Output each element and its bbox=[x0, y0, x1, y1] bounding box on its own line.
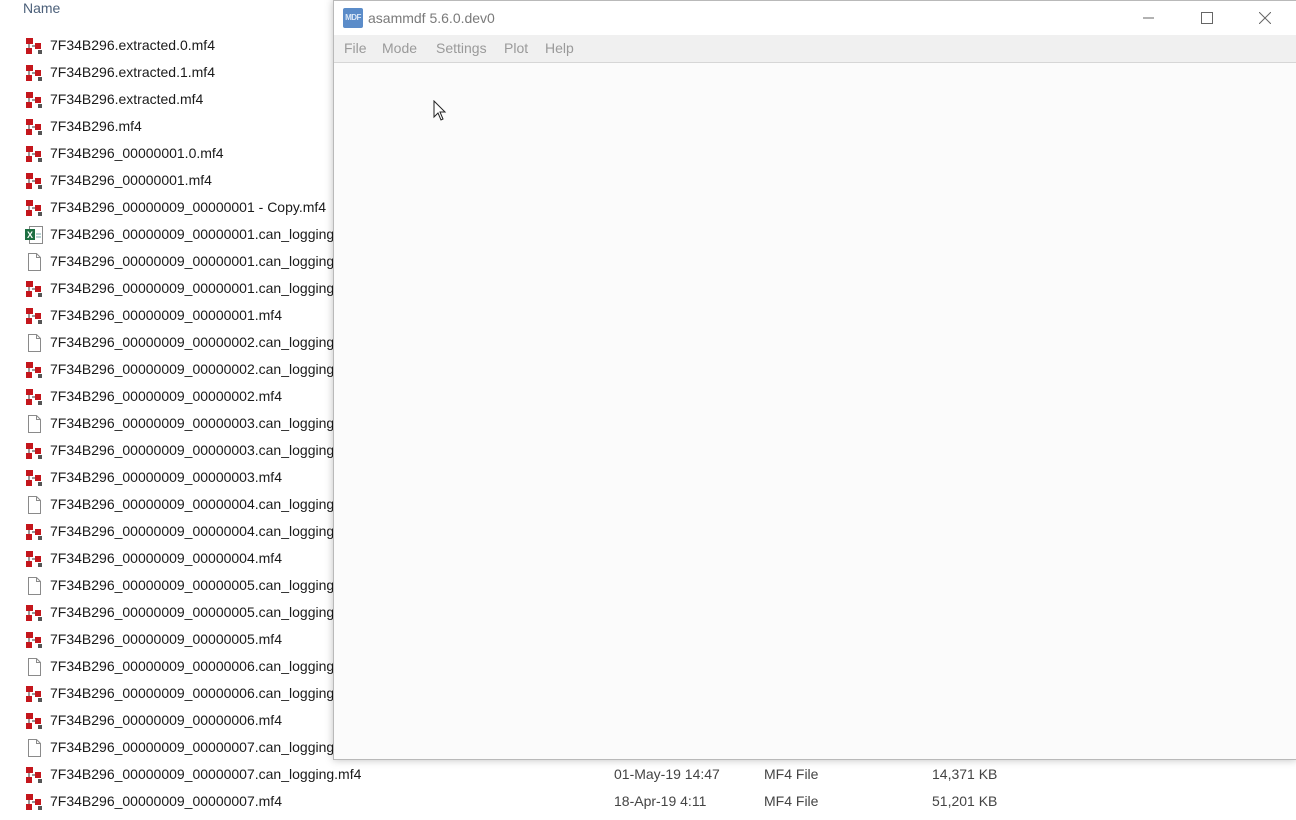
file-type: MF4 File bbox=[764, 766, 819, 782]
file-name: 7F34B296_00000009_00000005.can_logging bbox=[50, 577, 335, 593]
mdf-file-icon bbox=[25, 442, 43, 460]
file-name: 7F34B296_00000009_00000006.mf4 bbox=[50, 712, 282, 728]
mdf-file-icon bbox=[25, 766, 43, 784]
mdf-file-icon bbox=[25, 685, 43, 703]
mdf-file-icon bbox=[25, 280, 43, 298]
file-name: 7F34B296_00000009_00000003.can_logging bbox=[50, 442, 335, 458]
file-name: 7F34B296_00000009_00000002.can_logging bbox=[50, 334, 335, 350]
file-name: 7F34B296_00000001.mf4 bbox=[50, 172, 212, 188]
blank-file-icon bbox=[25, 334, 43, 352]
file-name: 7F34B296_00000009_00000002.mf4 bbox=[50, 388, 282, 404]
mdf-file-icon bbox=[25, 604, 43, 622]
blank-file-icon bbox=[25, 658, 43, 676]
menu-settings[interactable]: Settings bbox=[436, 35, 487, 62]
file-name: 7F34B296_00000009_00000001.can_logging bbox=[50, 226, 335, 242]
file-name: 7F34B296.mf4 bbox=[50, 118, 142, 134]
mdf-file-icon bbox=[25, 172, 43, 190]
file-name: 7F34B296_00000009_00000002.can_logging bbox=[50, 361, 335, 377]
mdf-file-icon bbox=[25, 361, 43, 379]
window-title: asammdf 5.6.0.dev0 bbox=[368, 10, 495, 26]
mouse-cursor-icon bbox=[433, 100, 447, 121]
file-row[interactable]: 7F34B296_00000009_00000007.mf4 18-Apr-19 … bbox=[0, 788, 1296, 815]
mdf-file-icon bbox=[25, 307, 43, 325]
file-name: 7F34B296_00000001.0.mf4 bbox=[50, 145, 224, 161]
file-row[interactable]: 7F34B296_00000009_00000007.can_logging.m… bbox=[0, 761, 1296, 788]
app-icon: MDF bbox=[343, 8, 363, 28]
blank-file-icon bbox=[25, 577, 43, 595]
file-name: 7F34B296_00000009_00000007.can_logging bbox=[50, 739, 335, 755]
maximize-button[interactable] bbox=[1178, 1, 1236, 35]
file-date: 01-May-19 14:47 bbox=[614, 766, 720, 782]
file-name: 7F34B296_00000009_00000004.can_logging bbox=[50, 523, 335, 539]
file-size: 51,201 KB bbox=[932, 793, 998, 809]
file-name: 7F34B296_00000009_00000007.can_logging.m… bbox=[50, 766, 362, 782]
mdf-file-icon bbox=[25, 469, 43, 487]
maximize-icon bbox=[1201, 12, 1213, 24]
mdf-file-icon bbox=[25, 118, 43, 136]
menu-file[interactable]: File bbox=[344, 35, 367, 62]
file-name: 7F34B296_00000009_00000004.mf4 bbox=[50, 550, 282, 566]
blank-file-icon bbox=[25, 739, 43, 757]
excel-file-icon: X bbox=[25, 226, 43, 244]
file-name: 7F34B296_00000009_00000006.can_logging bbox=[50, 685, 335, 701]
blank-file-icon bbox=[25, 415, 43, 433]
file-name: 7F34B296_00000009_00000001.mf4 bbox=[50, 307, 282, 323]
file-date: 18-Apr-19 4:11 bbox=[614, 793, 707, 809]
file-name: 7F34B296_00000009_00000005.mf4 bbox=[50, 631, 282, 647]
column-header-name[interactable]: Name bbox=[23, 0, 60, 16]
mdf-file-icon bbox=[25, 199, 43, 217]
mdf-file-icon bbox=[25, 91, 43, 109]
mdf-file-icon bbox=[25, 793, 43, 811]
file-name: 7F34B296.extracted.1.mf4 bbox=[50, 64, 215, 80]
menu-plot[interactable]: Plot bbox=[504, 35, 528, 62]
minimize-button[interactable] bbox=[1120, 1, 1178, 35]
mdf-file-icon bbox=[25, 550, 43, 568]
blank-file-icon bbox=[25, 253, 43, 271]
file-name: 7F34B296_00000009_00000003.can_logging bbox=[50, 415, 335, 431]
mdf-file-icon bbox=[25, 145, 43, 163]
file-name: 7F34B296_00000009_00000001 - Copy.mf4 bbox=[50, 199, 327, 215]
mdf-file-icon bbox=[25, 64, 43, 82]
close-icon bbox=[1259, 12, 1271, 24]
mdf-file-icon bbox=[25, 712, 43, 730]
file-name: 7F34B296_00000009_00000004.can_logging bbox=[50, 496, 335, 512]
menu-help[interactable]: Help bbox=[545, 35, 574, 62]
blank-file-icon bbox=[25, 496, 43, 514]
menu-bar: File Mode Settings Plot Help bbox=[334, 35, 1296, 63]
file-name: 7F34B296_00000009_00000007.mf4 bbox=[50, 793, 282, 809]
file-name: 7F34B296.extracted.0.mf4 bbox=[50, 37, 215, 53]
file-type: MF4 File bbox=[764, 793, 819, 809]
file-name: 7F34B296_00000009_00000001.can_logging bbox=[50, 280, 335, 296]
mdf-file-icon bbox=[25, 388, 43, 406]
mdf-file-icon bbox=[25, 37, 43, 55]
file-name: 7F34B296_00000009_00000005.can_logging bbox=[50, 604, 335, 620]
menu-mode[interactable]: Mode bbox=[382, 35, 417, 62]
mdf-file-icon bbox=[25, 523, 43, 541]
minimize-icon bbox=[1143, 17, 1154, 19]
file-size: 14,371 KB bbox=[932, 766, 998, 782]
main-area[interactable] bbox=[334, 63, 1296, 759]
title-bar[interactable]: MDF asammdf 5.6.0.dev0 bbox=[334, 1, 1296, 35]
file-name: 7F34B296_00000009_00000003.mf4 bbox=[50, 469, 282, 485]
close-button[interactable] bbox=[1236, 1, 1294, 35]
file-name: 7F34B296.extracted.mf4 bbox=[50, 91, 204, 107]
file-name: 7F34B296_00000009_00000001.can_logging bbox=[50, 253, 335, 269]
asammdf-window: MDF asammdf 5.6.0.dev0 File Mode Setting… bbox=[333, 0, 1296, 760]
svg-text:X: X bbox=[27, 230, 33, 240]
mdf-file-icon bbox=[25, 631, 43, 649]
file-name: 7F34B296_00000009_00000006.can_logging bbox=[50, 658, 335, 674]
